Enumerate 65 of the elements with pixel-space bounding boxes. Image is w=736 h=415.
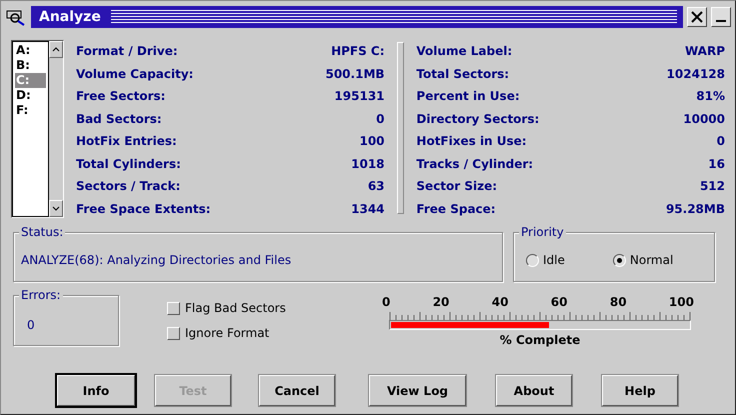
dialog-button[interactable]: Info: [57, 375, 135, 406]
field-value: 1018: [351, 156, 385, 172]
field-value: 16: [708, 156, 725, 172]
scale-label: 0: [382, 295, 390, 309]
scale-label: 20: [432, 295, 450, 309]
drive-item[interactable]: F:: [15, 103, 46, 118]
field-value: 512: [700, 178, 725, 195]
dialog-button[interactable]: View Log: [369, 375, 466, 406]
progress-label: % Complete: [500, 333, 580, 347]
field-label: Free Space:: [416, 200, 496, 218]
field-value: 195131: [334, 88, 385, 105]
option-checkbox[interactable]: Ignore Format: [167, 326, 337, 340]
field-label: Total Cylinders:: [76, 156, 181, 173]
priority-radio[interactable]: Idle: [526, 253, 565, 267]
drive-item[interactable]: D:: [15, 88, 46, 103]
field-value: 1024128: [666, 66, 725, 82]
field-label: Volume Label:: [416, 43, 512, 60]
error-count: 0: [27, 318, 35, 332]
field-label: HotFix Entries:: [76, 133, 177, 150]
field-value: 81%: [696, 88, 725, 105]
option-checkbox[interactable]: Flag Bad Sectors: [167, 301, 337, 315]
field-label: Total Sectors:: [416, 66, 510, 82]
field-value: 95.28MB: [666, 200, 725, 218]
scale-label: 80: [610, 295, 627, 309]
field-label: Volume Capacity:: [76, 66, 194, 83]
field-label: Directory Sectors:: [416, 110, 540, 128]
field-label: Bad Sectors:: [76, 110, 162, 128]
group-title: Priority: [519, 225, 566, 239]
drive-item[interactable]: B:: [15, 58, 46, 73]
field-value: 500.1MB: [325, 66, 385, 82]
status-text: ANALYZE(68): Analyzing Directories and Files: [21, 253, 292, 267]
field-label: Percent in Use:: [416, 88, 520, 105]
field-value: 100: [359, 133, 385, 150]
scroll-up-button[interactable]: [48, 41, 63, 58]
field-label: Tracks / Cylinder:: [416, 156, 534, 173]
field-value: 1344: [351, 200, 385, 218]
app-icon[interactable]: [5, 8, 27, 26]
field-value: 0: [716, 133, 725, 150]
scale-label: 100: [668, 295, 694, 309]
dialog-button[interactable]: About: [496, 375, 572, 406]
dialog-button[interactable]: Cancel: [259, 375, 335, 406]
field-label: Sector Size:: [416, 178, 498, 195]
close-button[interactable]: [687, 7, 707, 27]
drive-item[interactable]: A:: [15, 43, 46, 58]
field-label: Sectors / Track:: [76, 178, 180, 195]
priority-radio[interactable]: Normal: [612, 253, 674, 267]
field-value: HPFS C:: [331, 43, 385, 60]
scale-label: 60: [550, 295, 568, 309]
dialog-button[interactable]: Help: [602, 375, 678, 406]
group-title: Errors:: [19, 288, 63, 302]
group-title: Status:: [19, 225, 66, 239]
field-label: Format / Drive:: [76, 43, 178, 60]
field-value: WARP: [684, 43, 725, 60]
field-label: Free Space Extents:: [76, 200, 211, 218]
field-label: HotFixes in Use:: [416, 133, 527, 150]
field-value: 10000: [683, 110, 725, 128]
field-value: 63: [368, 178, 385, 195]
close-icon: [691, 11, 703, 23]
field-value: 0: [376, 110, 385, 128]
scroll-down-button[interactable]: [48, 200, 63, 217]
drive-item[interactable]: C:: [15, 73, 46, 88]
minimize-icon: [716, 20, 726, 22]
minimize-button[interactable]: [711, 7, 731, 27]
field-label: Free Sectors:: [76, 88, 166, 105]
scale-label: 40: [492, 295, 508, 309]
